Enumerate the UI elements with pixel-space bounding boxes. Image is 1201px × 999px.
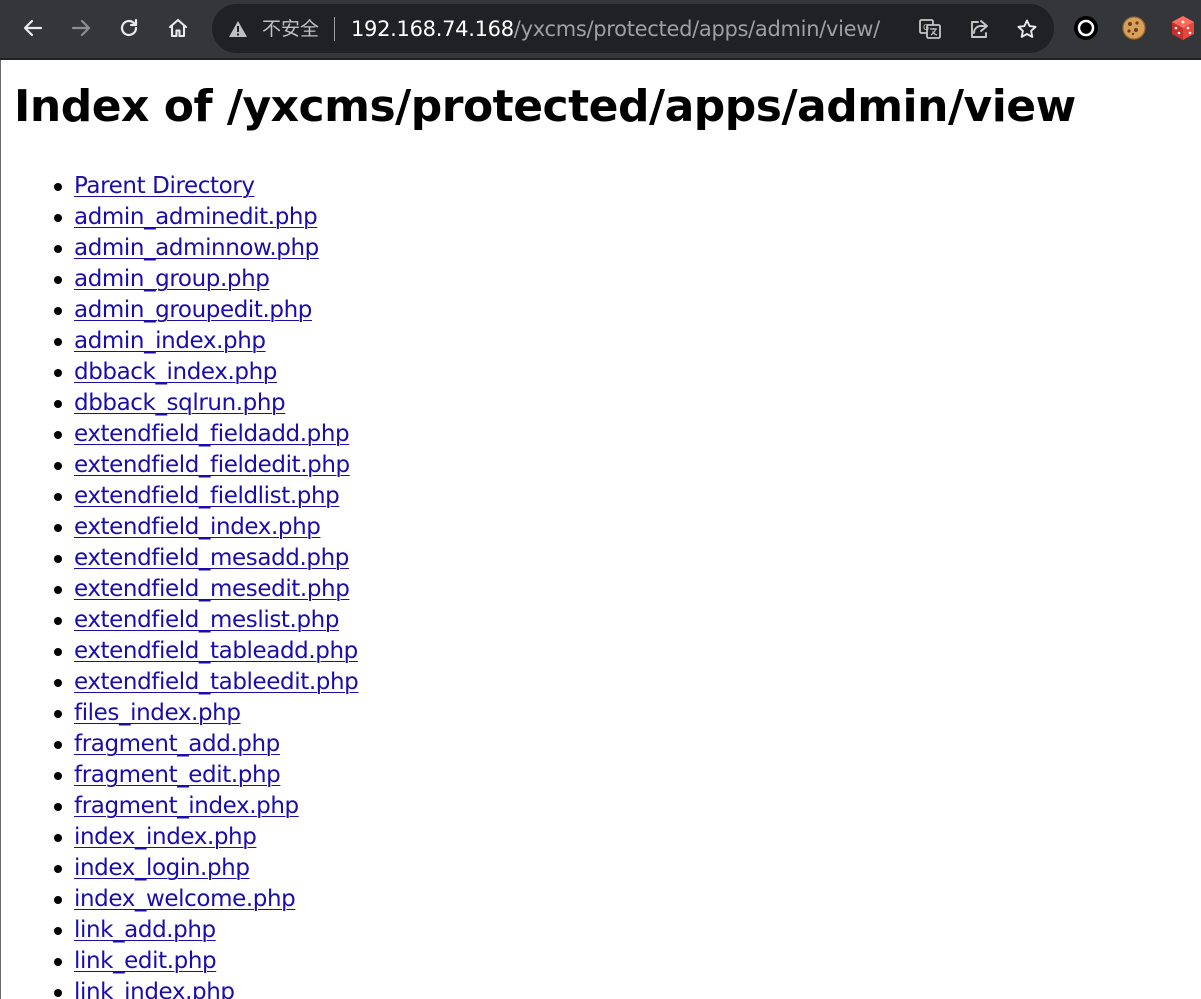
file-link[interactable]: extendfield_mesadd.php (74, 545, 349, 571)
list-item: admin_adminnow.php (53, 233, 358, 264)
file-link[interactable]: link_index.php (74, 979, 235, 999)
reload-button[interactable] (111, 10, 147, 46)
parent-directory-link[interactable]: Parent Directory (74, 173, 255, 199)
file-link[interactable]: extendfield_meslist.php (74, 607, 339, 633)
bookmark-button[interactable] (1014, 16, 1040, 42)
list-item: index_welcome.php (53, 884, 358, 915)
file-link[interactable]: admin_index.php (74, 328, 266, 354)
warning-icon[interactable] (228, 19, 248, 39)
forward-button[interactable] (63, 10, 99, 46)
cookie-icon (1122, 16, 1146, 40)
list-item: extendfield_mesadd.php (53, 543, 358, 574)
file-link[interactable]: link_edit.php (74, 948, 217, 974)
file-link[interactable]: extendfield_index.php (74, 514, 321, 540)
home-icon (168, 18, 188, 38)
file-link[interactable]: fragment_index.php (74, 793, 299, 819)
file-link[interactable]: admin_group.php (74, 266, 270, 292)
list-item: extendfield_mesedit.php (53, 574, 358, 605)
file-link[interactable]: extendfield_tableedit.php (74, 669, 359, 695)
file-link[interactable]: dbback_sqlrun.php (74, 390, 286, 416)
list-item: extendfield_fieldadd.php (53, 419, 358, 450)
file-link[interactable]: admin_adminedit.php (74, 204, 318, 230)
list-item: files_index.php (53, 698, 358, 729)
file-link[interactable]: link_add.php (74, 917, 216, 943)
list-item: admin_group.php (53, 264, 358, 295)
forward-icon (71, 19, 91, 37)
page-title: Index of /yxcms/protected/apps/admin/vie… (14, 81, 1076, 132)
list-item: admin_groupedit.php (53, 295, 358, 326)
file-link[interactable]: extendfield_fieldlist.php (74, 483, 340, 509)
list-item: link_add.php (53, 915, 358, 946)
star-icon (1017, 19, 1037, 38)
extension-button-3[interactable] (1165, 10, 1201, 46)
file-link[interactable]: fragment_add.php (74, 731, 280, 757)
extension-circle-icon (1074, 16, 1098, 40)
share-button[interactable] (966, 16, 992, 42)
list-item: admin_index.php (53, 326, 358, 357)
translate-button[interactable]: G (917, 16, 943, 42)
directory-listing: Parent Directory admin_adminedit.phpadmin… (1, 171, 359, 999)
file-link[interactable]: dbback_index.php (74, 359, 277, 385)
list-item: Parent Directory (53, 171, 358, 202)
home-button[interactable] (160, 10, 196, 46)
page-content: Index of /yxcms/protected/apps/admin/vie… (0, 60, 1201, 999)
list-item: extendfield_tableedit.php (53, 667, 359, 698)
list-item: extendfield_fieldedit.php (53, 450, 358, 481)
address-separator (334, 17, 335, 41)
back-icon (23, 19, 43, 37)
file-link[interactable]: admin_adminnow.php (74, 235, 319, 261)
file-link[interactable]: files_index.php (74, 700, 241, 726)
file-link[interactable]: extendfield_tableadd.php (74, 638, 358, 664)
browser-toolbar: 不安全 192.168.74.168/yxcms/protected/apps/… (0, 0, 1201, 60)
list-item: fragment_index.php (53, 791, 358, 822)
list-item: index_index.php (53, 822, 358, 853)
file-link[interactable]: extendfield_fieldadd.php (74, 421, 350, 447)
address-bar[interactable]: 不安全 192.168.74.168/yxcms/protected/apps/… (212, 4, 1054, 53)
back-button[interactable] (15, 10, 51, 46)
dice-icon (1172, 16, 1194, 40)
url-path: /yxcms/protected/apps/admin/view/ (513, 17, 880, 41)
list-item: fragment_edit.php (53, 760, 358, 791)
file-link[interactable]: index_welcome.php (74, 886, 296, 912)
file-link[interactable]: extendfield_fieldedit.php (74, 452, 350, 478)
list-item: link_edit.php (53, 946, 358, 977)
file-link[interactable]: fragment_edit.php (74, 762, 281, 788)
extension-button-2[interactable] (1116, 10, 1152, 46)
not-secure-label[interactable]: 不安全 (262, 17, 319, 41)
file-link[interactable]: index_login.php (74, 855, 250, 881)
file-link[interactable]: extendfield_mesedit.php (74, 576, 350, 602)
list-item: extendfield_meslist.php (53, 605, 358, 636)
url-host: 192.168.74.168 (351, 17, 514, 41)
list-item: dbback_index.php (53, 357, 358, 388)
share-icon (971, 20, 988, 38)
file-link[interactable]: admin_groupedit.php (74, 297, 312, 323)
list-item: extendfield_index.php (53, 512, 358, 543)
list-item: extendfield_fieldlist.php (53, 481, 358, 512)
list-item: admin_adminedit.php (53, 202, 358, 233)
extension-button-1[interactable] (1068, 10, 1104, 46)
url-text[interactable]: 192.168.74.168/yxcms/protected/apps/admi… (351, 16, 880, 42)
list-item: fragment_add.php (53, 729, 358, 760)
list-item: extendfield_tableadd.php (53, 636, 358, 667)
reload-icon (120, 18, 138, 37)
list-item: dbback_sqlrun.php (53, 388, 358, 419)
translate-icon: G (919, 19, 941, 39)
list-item: index_login.php (53, 853, 358, 884)
list-item: link_index.php (53, 977, 358, 999)
svg-text:G: G (923, 23, 929, 32)
file-link[interactable]: index_index.php (74, 824, 257, 850)
